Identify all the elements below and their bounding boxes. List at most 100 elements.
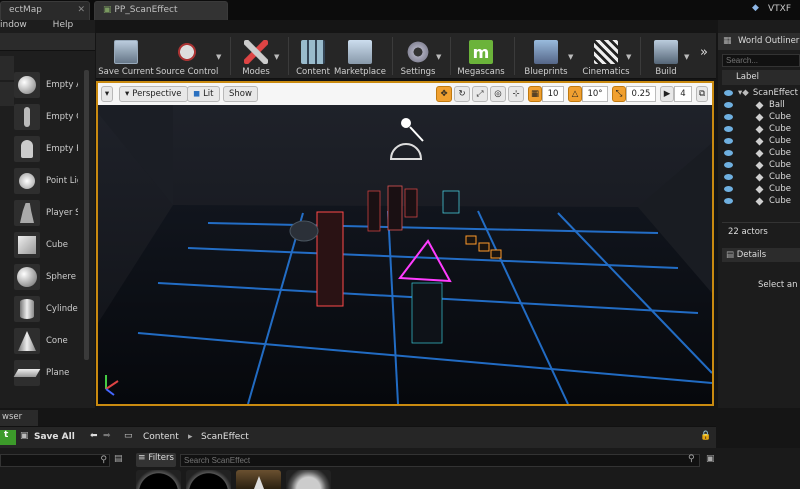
outliner-row[interactable]: Cube [722,195,800,207]
outliner-row[interactable]: Cube [722,183,800,195]
rotation-snap-value[interactable]: 10° [582,86,608,102]
perspective-button[interactable]: ▾ Perspective [119,86,188,102]
eye-icon[interactable] [724,174,733,180]
content-button[interactable]: Content [294,35,332,77]
chevron-down-icon[interactable]: ▼ [684,53,689,61]
save-current-button[interactable]: Save Current [98,35,154,77]
settings-button[interactable]: Settings [398,35,438,77]
eye-icon[interactable] [724,138,733,144]
asset-thumbnail[interactable] [236,470,281,489]
chevron-down-icon[interactable]: ▼ [274,53,279,61]
place-item-point-light[interactable]: Point Lig [14,165,84,197]
place-item-empty-character[interactable]: Empty C [14,101,84,133]
cinematics-button[interactable]: Cinematics [580,35,632,77]
path-scaneffect[interactable]: ScanEffect [201,432,249,442]
rotation-snap-toggle[interactable]: △ [568,86,582,102]
outliner-row[interactable]: Ball [722,99,800,111]
eye-icon[interactable] [724,186,733,192]
close-icon[interactable]: ✕ [77,5,85,15]
forward-arrow-icon[interactable]: ➡ [103,431,111,441]
category-tab[interactable] [0,82,14,106]
outliner-row[interactable]: Cube [722,135,800,147]
world-space-button[interactable]: ◎ [490,86,506,102]
outliner-search-input[interactable] [722,54,800,67]
lit-button[interactable]: ◼ Lit [187,86,220,102]
place-item-cube[interactable]: Cube [14,229,84,261]
blueprints-button[interactable]: Blueprints [520,35,572,77]
eye-icon[interactable] [724,90,733,96]
chevron-down-icon[interactable]: ▼ [568,53,573,61]
back-arrow-icon[interactable]: ⬅ [90,431,98,441]
chevron-down-icon[interactable]: ▼ [626,53,631,61]
toolbar-overflow-button[interactable]: » [700,45,708,60]
eye-icon[interactable] [724,126,733,132]
place-item-sphere[interactable]: Sphere [14,261,84,293]
scale-tool-button[interactable]: ⤢ [472,86,488,102]
camera-speed-value[interactable]: 4 [674,86,692,102]
eye-icon[interactable] [724,198,733,204]
modes-button[interactable]: Modes [236,35,276,77]
translate-tool-button[interactable]: ✥ [436,86,452,102]
add-new-button[interactable]: t [0,430,16,445]
outliner-row[interactable]: Cube [722,111,800,123]
editor-tab-bar: ectMap ✕ ▣ PP_ScanEffect ◆ VTXF [0,0,800,20]
content-browser-tab[interactable]: wser [0,410,38,426]
source-control-button[interactable]: Source Control [156,35,218,77]
pp-scaneffect-tab[interactable]: ▣ PP_ScanEffect [94,1,228,20]
eye-icon[interactable] [724,114,733,120]
scrollbar[interactable] [84,70,89,360]
view-options-icon[interactable]: ▤ [114,454,123,464]
save-all-button[interactable]: Save All [34,432,75,442]
outliner-row[interactable]: Cube [722,147,800,159]
world-outliner-tab[interactable]: ▦ World Outliner [718,33,800,50]
show-button[interactable]: Show [223,86,258,102]
place-item-plane[interactable]: Plane [13,357,84,389]
filters-button[interactable]: ≡ Filters [136,453,176,467]
asset-thumbnail[interactable] [186,470,231,489]
cube-logo-icon: ◆ [752,3,759,13]
save-search-icon[interactable]: ▣ [706,454,715,464]
camera-speed-button[interactable]: ▶ [660,86,674,102]
surface-snap-button[interactable]: ⊹ [508,86,524,102]
menu-window[interactable]: indow [0,20,27,30]
place-item-empty-pawn[interactable]: Empty P [14,133,84,165]
path-content[interactable]: Content [143,432,179,442]
level-viewport[interactable]: ▾ ▾ Perspective ◼ Lit Show ✥ ↻ ⤢ ◎ ⊹ ▦ 10 … [96,81,714,406]
asset-thumbnail[interactable] [136,470,181,489]
eye-icon[interactable] [724,102,733,108]
place-item-cylinder[interactable]: Cylinder [14,293,84,325]
chevron-down-icon[interactable]: ▼ [436,53,441,61]
menu-help[interactable]: Help [53,20,74,30]
outliner-label-column[interactable]: Label [722,70,800,85]
build-button[interactable]: Build [648,35,684,77]
grid-snap-toggle[interactable]: ▦ [528,86,542,102]
outliner-row[interactable]: Cube [722,159,800,171]
chevron-down-icon: ▾ [125,89,130,99]
viewport-options-button[interactable]: ▾ [101,86,113,102]
outliner-row[interactable]: Cube [722,123,800,135]
place-item-cone[interactable]: Cone [14,325,84,357]
details-tab[interactable]: ▤ Details [722,248,800,262]
folder-search-input[interactable]: ⚲ [0,454,110,467]
eye-icon[interactable] [724,162,733,168]
rotate-tool-button[interactable]: ↻ [454,86,470,102]
maximize-viewport-button[interactable]: ⧉ [696,86,708,102]
marketplace-button[interactable]: Marketplace [334,35,386,77]
outliner-row[interactable]: ▾◆ ScanEffect [722,87,800,99]
scale-snap-toggle[interactable]: ⤡ [612,86,626,102]
place-item-empty-actor[interactable]: Empty A [14,69,84,101]
megascans-button[interactable]: m Megascans [456,35,506,77]
eye-icon[interactable] [724,150,733,156]
lock-icon[interactable]: 🔒 [700,431,711,441]
chevron-down-icon[interactable]: ▼ [216,53,221,61]
scale-snap-value[interactable]: 0.25 [626,86,656,102]
asset-search-input[interactable] [180,454,700,467]
place-item-player-start[interactable]: Player S [14,197,84,229]
asset-thumbnail[interactable] [286,470,331,489]
content-browser-body: ⚲ ▤ ≡ Filters ⚲ ▣ [0,448,800,489]
outliner-row[interactable]: Cube [722,171,800,183]
level-tab[interactable]: ectMap ✕ [0,1,90,20]
empty-character-icon [14,104,40,130]
grid-snap-value[interactable]: 10 [542,86,564,102]
category-tab[interactable] [0,56,14,80]
